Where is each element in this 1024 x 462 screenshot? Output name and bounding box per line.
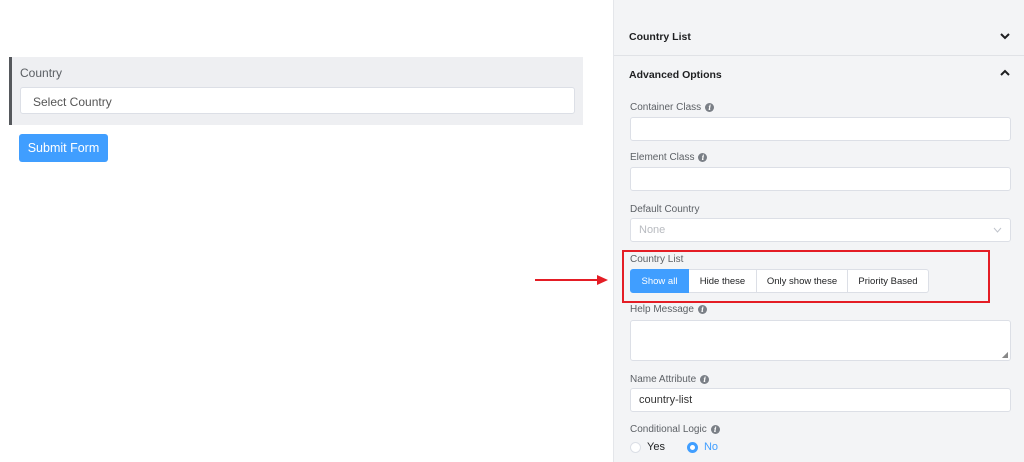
annotation-arrow-line bbox=[535, 279, 598, 281]
conditional-logic-no-radio[interactable]: No bbox=[686, 441, 719, 453]
name-attribute-label: Name Attribute i bbox=[630, 374, 710, 385]
help-message-textarea[interactable]: ◢ bbox=[630, 320, 1011, 361]
accordion-title: Advanced Options bbox=[629, 68, 722, 81]
country-field-label: Country bbox=[20, 66, 63, 80]
default-country-select[interactable]: None bbox=[630, 218, 1011, 242]
radio-unchecked-icon[interactable] bbox=[630, 441, 641, 453]
radio-checked-icon[interactable] bbox=[686, 441, 698, 453]
chevron-up-icon[interactable] bbox=[1000, 69, 1010, 80]
info-icon[interactable]: i bbox=[697, 305, 707, 314]
radio-label: No bbox=[703, 441, 719, 453]
container-class-label: Container Class i bbox=[630, 102, 715, 113]
screen: Country Select Country Submit Form Count… bbox=[0, 0, 1024, 462]
radio-label: Yes bbox=[647, 441, 665, 453]
name-attribute-input[interactable]: country-list bbox=[630, 388, 1011, 412]
conditional-logic-label: Conditional Logic i bbox=[630, 424, 720, 435]
country-field-preview[interactable]: Country Select Country bbox=[9, 57, 583, 125]
accordion-advanced-options[interactable]: Advanced Options bbox=[614, 56, 1024, 93]
settings-panel: Country List Advanced Options Container … bbox=[613, 0, 1024, 462]
container-class-input[interactable] bbox=[630, 117, 1011, 141]
annotation-arrow-icon bbox=[597, 275, 608, 285]
accordion-country-list[interactable]: Country List bbox=[614, 19, 1024, 56]
conditional-logic-radio-group: Yes No bbox=[630, 441, 740, 453]
country-select[interactable]: Select Country bbox=[20, 87, 575, 114]
annotation-highlight-box bbox=[622, 250, 990, 303]
help-message-label: Help Message i bbox=[630, 304, 707, 315]
chevron-down-icon[interactable] bbox=[1000, 32, 1010, 43]
resize-handle-icon[interactable]: ◢ bbox=[1002, 350, 1008, 359]
chevron-down-icon bbox=[993, 225, 1002, 235]
default-country-label: Default Country bbox=[630, 204, 700, 215]
conditional-logic-yes-radio[interactable]: Yes bbox=[630, 441, 665, 453]
info-icon[interactable]: i bbox=[705, 103, 715, 112]
element-class-input[interactable] bbox=[630, 167, 1011, 191]
info-icon[interactable]: i bbox=[698, 153, 708, 162]
info-icon[interactable]: i bbox=[700, 375, 710, 384]
accordion-title: Country List bbox=[629, 31, 691, 43]
info-icon[interactable]: i bbox=[710, 425, 720, 434]
default-country-value: None bbox=[639, 224, 666, 236]
element-class-label: Element Class i bbox=[630, 152, 708, 163]
submit-form-button[interactable]: Submit Form bbox=[19, 134, 108, 162]
